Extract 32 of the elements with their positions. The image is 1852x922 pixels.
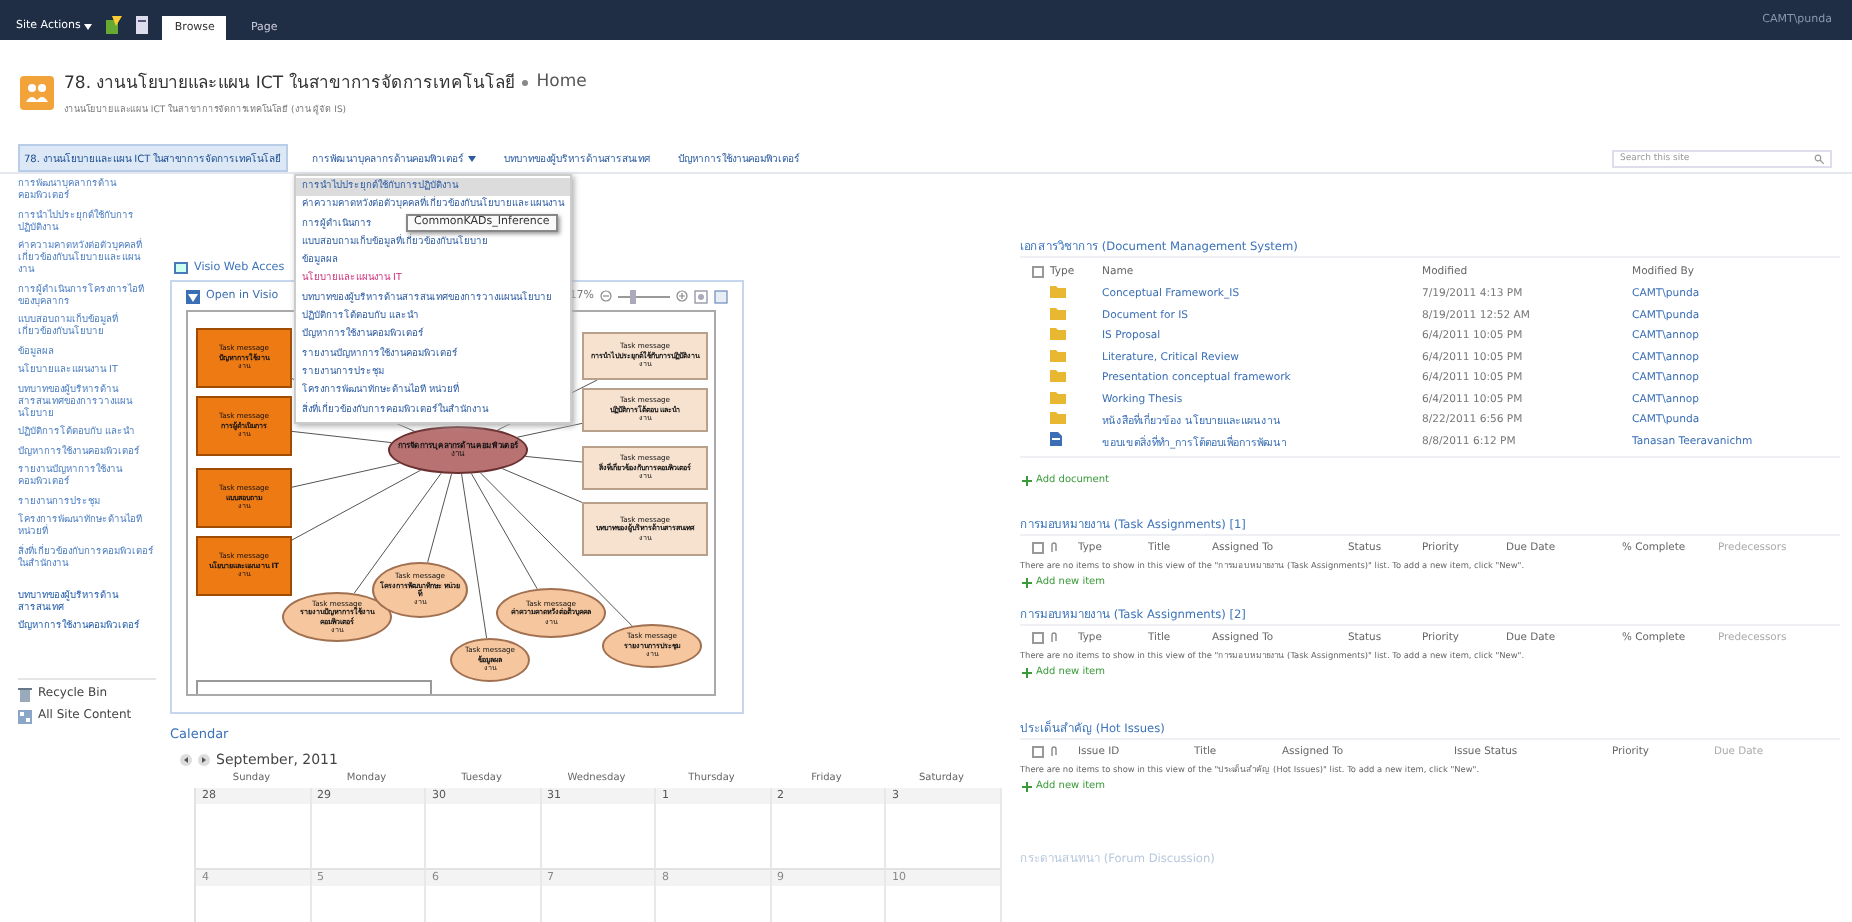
checkbox[interactable]: [1032, 631, 1044, 643]
next-month-icon[interactable]: [198, 753, 210, 765]
add-icon: [1022, 667, 1032, 677]
fit-page-icon[interactable]: [694, 289, 708, 303]
zoom-in-icon[interactable]: [676, 290, 688, 302]
site-content-icon: [18, 709, 32, 723]
zoom-out-icon[interactable]: [600, 290, 612, 302]
checkbox[interactable]: [1032, 745, 1044, 757]
previous-month-icon[interactable]: [180, 753, 192, 765]
paperclip-icon: [1050, 745, 1058, 757]
site-logo-icon: [20, 75, 54, 109]
recycle-bin-icon: [18, 687, 32, 701]
add-icon: [1022, 475, 1032, 485]
site-title[interactable]: 78. งานนโยบายและแผน ICT ในสาขาการจัดการเทคโนโลยี: [64, 68, 515, 96]
paperclip-icon: [1050, 541, 1058, 553]
add-icon: [1022, 781, 1032, 791]
add-icon: [1022, 577, 1032, 587]
breadcrumb-separator-icon: [522, 79, 529, 85]
search-icon: [1814, 153, 1824, 163]
visio-icon: [174, 262, 188, 274]
edit-page-icon[interactable]: [104, 16, 123, 34]
refresh-icon[interactable]: [714, 289, 728, 303]
caret-icon: [84, 23, 93, 29]
checkbox[interactable]: [1032, 541, 1044, 553]
connector-line: [524, 455, 583, 463]
paperclip-icon: [1050, 631, 1058, 643]
visio-icon: [186, 289, 200, 303]
page-title: Home: [536, 72, 587, 92]
slider-thumb[interactable]: [630, 289, 637, 303]
document-icon: [1050, 432, 1062, 447]
page-icon[interactable]: [134, 16, 151, 34]
checkbox[interactable]: [1032, 265, 1044, 277]
